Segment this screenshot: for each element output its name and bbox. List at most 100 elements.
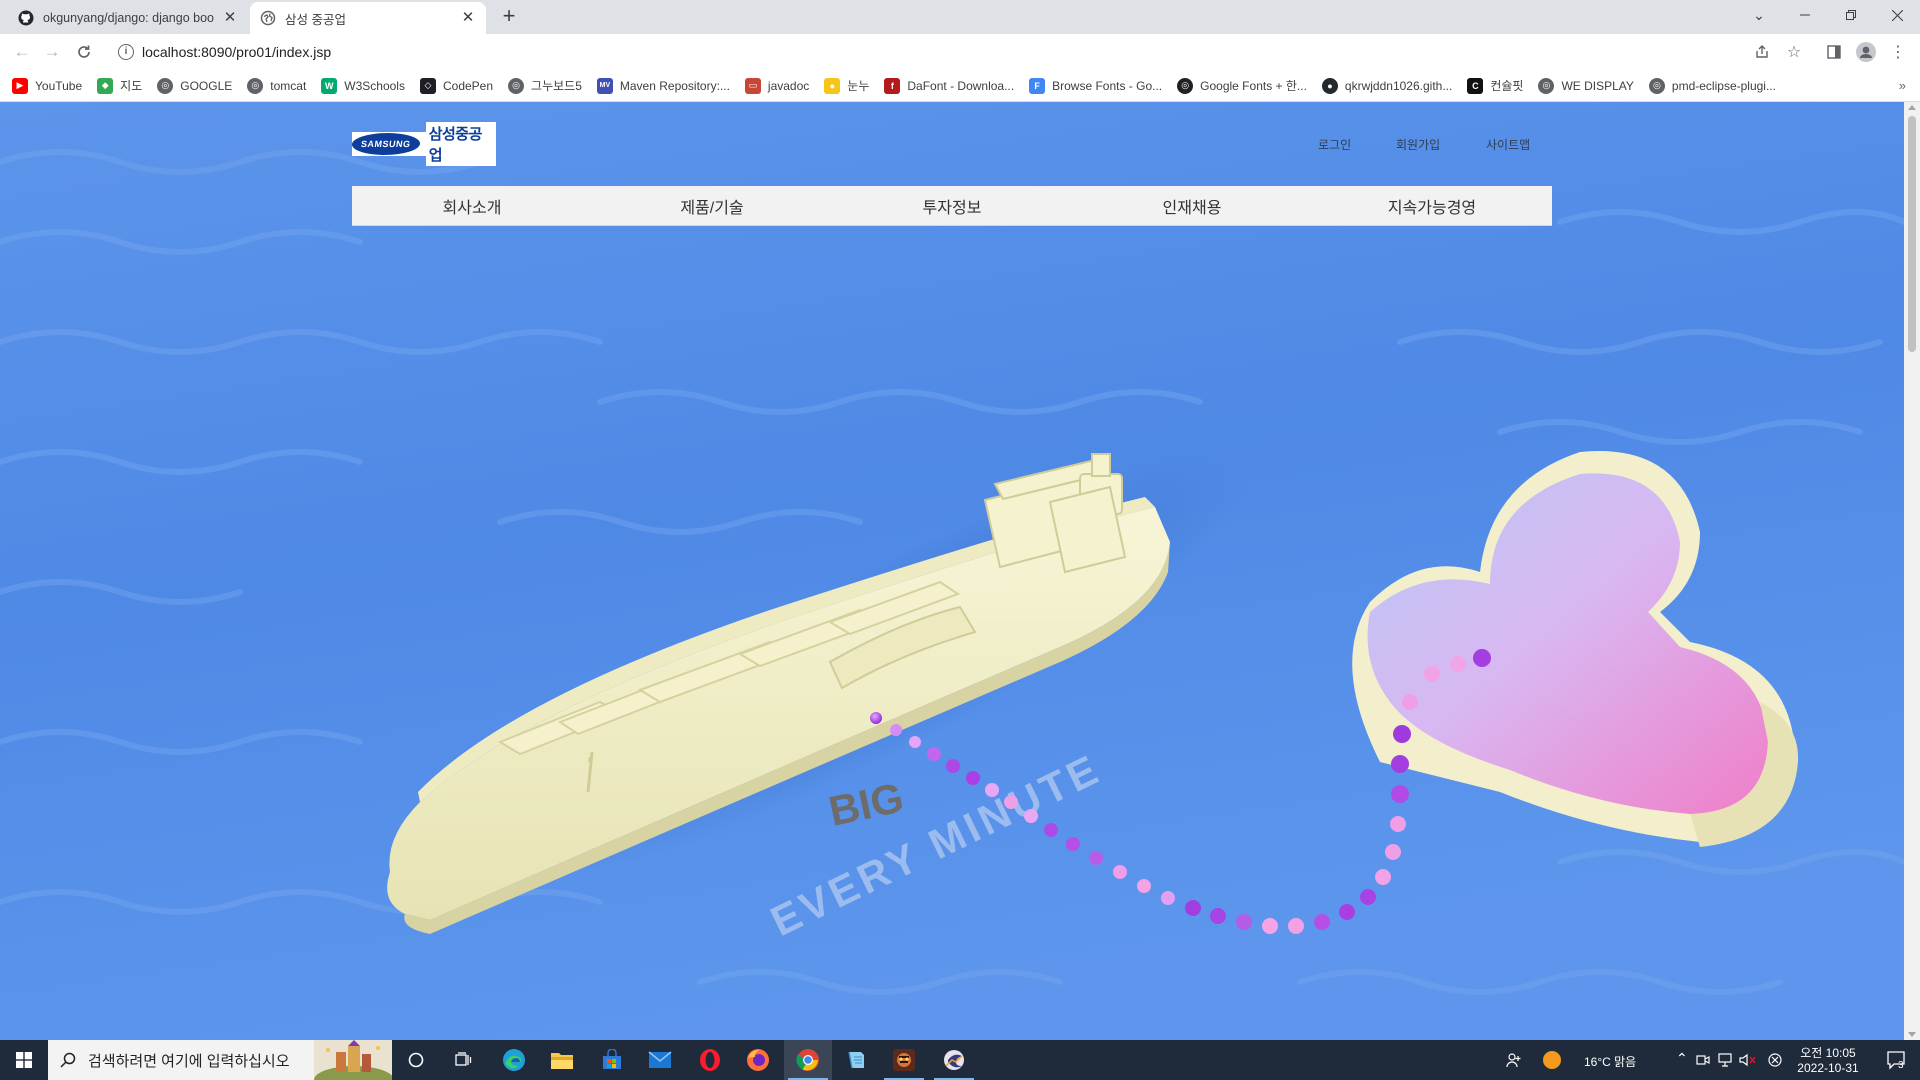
notepad-icon[interactable] (832, 1040, 880, 1080)
side-panel-icon[interactable] (1822, 40, 1846, 64)
close-window-icon[interactable] (1874, 0, 1920, 30)
nav-products-tech[interactable]: 제품/기술 (592, 186, 832, 225)
bookmark-github-pages[interactable]: ● qkrwjddn1026.gith... (1321, 77, 1452, 94)
github-icon (18, 10, 34, 26)
globe-icon: ◎ (1538, 77, 1555, 94)
back-arrow-icon[interactable]: ← (10, 40, 34, 64)
task-view-icon[interactable] (440, 1040, 488, 1080)
google-fonts-icon: F (1029, 77, 1046, 94)
windows-start-icon[interactable] (0, 1040, 48, 1080)
globe-icon: ◎ (157, 77, 174, 94)
weather-text[interactable]: 16°C 맑음 (1584, 1053, 1636, 1070)
bookmark-javadoc[interactable]: ▭ javadoc (744, 77, 809, 94)
tab-samsung[interactable]: 삼성 중공업 ✕ (250, 2, 486, 34)
bookmark-maps[interactable]: ◆ 지도 (97, 77, 142, 94)
bookmark-google-fonts[interactable]: F Browse Fonts - Go... (1029, 77, 1162, 94)
maps-icon: ◆ (97, 77, 114, 94)
bookmark-noonnu[interactable]: ● 눈누 (824, 77, 869, 94)
profile-avatar-icon[interactable] (1854, 40, 1878, 64)
bookmark-w3schools[interactable]: W W3Schools (321, 77, 405, 94)
bookmarks-overflow-button[interactable]: » (1899, 78, 1906, 93)
windows-taskbar: 검색하려면 여기에 입력하십시오 16°C 맑음 ⌃ 오전 10:05 2022… (0, 1040, 1920, 1080)
microsoft-store-icon[interactable] (588, 1040, 636, 1080)
maven-icon: MV (596, 77, 613, 94)
nav-careers[interactable]: 인재채용 (1072, 186, 1312, 225)
close-icon[interactable]: ✕ (222, 10, 238, 26)
nav-sustainability[interactable]: 지속가능경영 (1312, 186, 1552, 225)
reload-icon[interactable] (72, 40, 96, 64)
bookmark-tomcat[interactable]: ◎ tomcat (247, 77, 306, 94)
bookmarks-bar: ▶ YouTube ◆ 지도 ◎ GOOGLE ◎ tomcat W W3Schools … (0, 70, 1920, 102)
site-info-icon[interactable]: i (118, 44, 134, 60)
browser-toolbar: ← → i localhost:8090/pro01/index.jsp ☆ ⋮ (0, 34, 1920, 70)
minimize-icon[interactable] (1782, 0, 1828, 30)
firefox-icon[interactable] (734, 1040, 782, 1080)
meet-now-icon[interactable] (1692, 1040, 1714, 1080)
forward-arrow-icon[interactable]: → (40, 40, 64, 64)
cortana-icon[interactable] (392, 1040, 440, 1080)
samsung-heavy-industries-logo[interactable]: SAMSUNG 삼성중공업 (350, 122, 496, 166)
main-navigation: 회사소개 제품/기술 투자정보 인재채용 지속가능경영 (352, 186, 1552, 226)
chrome-icon[interactable] (784, 1040, 832, 1080)
people-icon[interactable] (1490, 1040, 1538, 1080)
page-scrollbar[interactable] (1904, 102, 1920, 1040)
search-highlight-illustration-icon (314, 1040, 392, 1080)
tab-search-chevron-icon[interactable]: ⌄ (1736, 0, 1782, 30)
bookmark-dafont[interactable]: f DaFont - Downloa... (884, 77, 1014, 94)
tray-chevron-up-icon[interactable]: ⌃ (1676, 1050, 1688, 1067)
sitemap-link[interactable]: 사이트맵 (1486, 136, 1530, 153)
new-tab-button[interactable]: + (498, 5, 520, 28)
mail-icon[interactable] (636, 1040, 684, 1080)
globe-icon: ◎ (247, 77, 264, 94)
bookmark-google[interactable]: ◎ GOOGLE (157, 77, 232, 94)
bookmark-maven[interactable]: MV Maven Repository:... (596, 77, 730, 94)
search-placeholder: 검색하려면 여기에 입력하십시오 (88, 1052, 290, 1070)
bookmark-consulfit[interactable]: C 컨슐핏 (1467, 77, 1523, 94)
bookmark-youtube[interactable]: ▶ YouTube (12, 77, 82, 94)
hero-image: BIG EVERY MINUTE (0, 102, 1904, 1040)
network-icon[interactable] (1714, 1040, 1736, 1080)
eclipse-ide-icon[interactable] (930, 1040, 978, 1080)
notification-center-icon[interactable]: 3 (1872, 1040, 1920, 1080)
address-bar[interactable]: i localhost:8090/pro01/index.jsp (110, 37, 1770, 67)
oracle-icon: ▭ (744, 77, 761, 94)
globe-icon: ◎ (1648, 77, 1665, 94)
scroll-up-icon[interactable] (1908, 105, 1916, 110)
bookmark-star-icon[interactable]: ☆ (1782, 40, 1806, 64)
youtube-icon: ▶ (12, 77, 28, 94)
nav-investor-info[interactable]: 투자정보 (832, 186, 1072, 225)
tab-github[interactable]: okgunyang/django: django boo ✕ (8, 2, 248, 34)
taskbar-search-box[interactable]: 검색하려면 여기에 입력하십시오 (48, 1040, 392, 1080)
signup-link[interactable]: 회원가입 (1396, 136, 1440, 153)
clock-date[interactable]: 2022-10-31 (1794, 1061, 1862, 1075)
scroll-thumb[interactable] (1908, 116, 1916, 352)
share-icon[interactable] (1750, 40, 1774, 64)
github-icon: ● (1321, 77, 1338, 94)
close-icon[interactable]: ✕ (460, 10, 476, 26)
login-link[interactable]: 로그인 (1318, 136, 1351, 153)
scroll-down-icon[interactable] (1908, 1032, 1916, 1037)
w3schools-icon: W (321, 77, 338, 94)
globe-icon: ◎ (508, 77, 525, 94)
bookmark-codepen[interactable]: ◇ CodePen (419, 77, 493, 94)
bookmark-we-display[interactable]: ◎ WE DISPLAY (1538, 77, 1634, 94)
weather-sun-icon[interactable] (1540, 1040, 1564, 1080)
nav-company-intro[interactable]: 회사소개 (352, 186, 592, 225)
volume-muted-icon[interactable] (1736, 1040, 1760, 1080)
bookmark-google-fonts-korean[interactable]: ◎ Google Fonts + 한... (1177, 77, 1307, 94)
restore-icon[interactable] (1828, 0, 1874, 30)
bookmark-gnuboard[interactable]: ◎ 그누보드5 (508, 77, 582, 94)
edge-browser-icon[interactable] (490, 1040, 538, 1080)
opera-icon[interactable] (686, 1040, 734, 1080)
clock-time[interactable]: 오전 10:05 (1796, 1044, 1860, 1061)
tab-strip: okgunyang/django: django boo ✕ 삼성 중공업 ✕ … (0, 0, 1920, 34)
ime-status-icon[interactable] (1760, 1040, 1790, 1080)
bookmark-pmd-eclipse[interactable]: ◎ pmd-eclipse-plugi... (1648, 77, 1776, 94)
tab-title: okgunyang/django: django boo (43, 11, 214, 25)
file-explorer-icon[interactable] (538, 1040, 586, 1080)
samsung-badge: SAMSUNG (350, 133, 422, 155)
globe-dark-icon: ◎ (1177, 77, 1194, 94)
more-menu-icon[interactable]: ⋮ (1886, 40, 1910, 64)
notification-count: 3 (1898, 1060, 1904, 1071)
game-app-icon[interactable] (880, 1040, 928, 1080)
